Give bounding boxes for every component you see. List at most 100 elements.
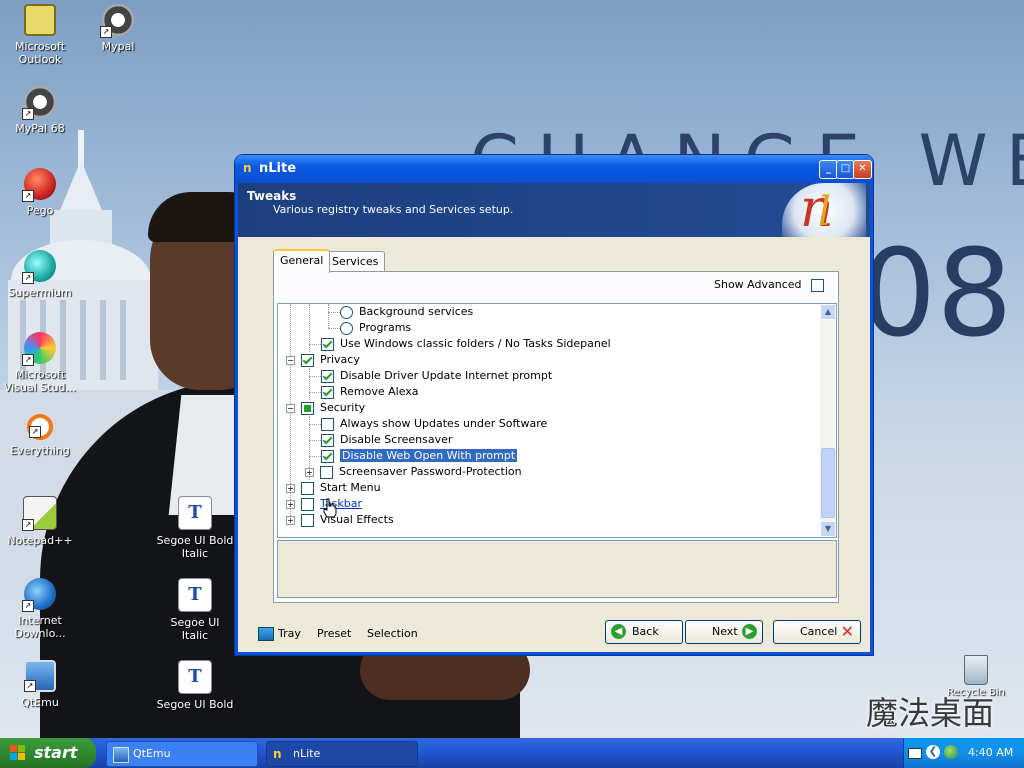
- hand-cursor-icon: [323, 498, 337, 518]
- show-advanced-checkbox[interactable]: [811, 278, 824, 292]
- tree-item-checkbox[interactable]: [301, 481, 314, 495]
- tree-item-label: Disable Web Open With prompt: [340, 449, 518, 462]
- desktop-icon-supermium[interactable]: ↗ Supermium: [1, 250, 79, 299]
- tree-item-checkbox[interactable]: [301, 497, 314, 511]
- scroll-up-icon[interactable]: ▲: [820, 304, 836, 320]
- desktop-icon-notepadpp[interactable]: ↗ Notepad++: [1, 496, 79, 547]
- font-file-icon: T: [178, 660, 212, 694]
- keyboard-icon[interactable]: [908, 748, 922, 759]
- tree-item-checkbox[interactable]: [321, 369, 334, 383]
- desktop-icon-everything[interactable]: ↗ Everything: [1, 414, 79, 457]
- desktop-icon-mypal[interactable]: ↗ Mypal: [79, 4, 157, 53]
- window-title: nLite: [259, 161, 297, 176]
- watermark-text: 魔法桌面: [866, 694, 995, 732]
- taskbar-button-label: nLite: [293, 747, 321, 760]
- tree-item-checkbox[interactable]: [321, 385, 334, 399]
- tab-general[interactable]: General: [273, 249, 331, 273]
- system-tray: ❮ 4:40 AM: [903, 738, 1024, 768]
- page-title: Tweaks: [247, 189, 297, 203]
- raccoon-icon: ↗: [100, 4, 134, 38]
- tree-item[interactable]: Remove Alexa: [321, 384, 419, 400]
- tree-item-selected[interactable]: Disable Web Open With prompt: [321, 448, 518, 464]
- cancel-button[interactable]: Cancel ✕: [773, 620, 861, 644]
- collapse-icon[interactable]: −: [286, 355, 295, 365]
- tree-group-privacy[interactable]: − Privacy: [286, 352, 360, 368]
- tray-expand-icon[interactable]: ❮: [926, 745, 940, 759]
- tree-item-radio[interactable]: [340, 305, 353, 319]
- next-button[interactable]: Next ▶: [685, 620, 763, 644]
- tray-link[interactable]: Tray: [258, 627, 301, 641]
- clock[interactable]: 4:40 AM: [968, 746, 1013, 759]
- tree-item[interactable]: Disable Screensaver: [321, 432, 452, 448]
- tree-item-checkbox[interactable]: [321, 337, 334, 351]
- start-label: start: [34, 743, 78, 762]
- tree-group-start-menu[interactable]: + Start Menu: [286, 480, 381, 496]
- everything-search-icon: ↗: [27, 414, 53, 440]
- tree-item-label: Start Menu: [320, 481, 381, 494]
- tree-item-checkbox[interactable]: [321, 417, 334, 431]
- expand-icon[interactable]: +: [286, 483, 295, 493]
- desktop-icon-font-segoe-bold-italic[interactable]: T Segoe UI Bold Italic: [156, 496, 234, 560]
- taskbar-button-qtemu[interactable]: QtEmu: [106, 741, 258, 767]
- show-advanced-option[interactable]: Show Advanced: [714, 278, 824, 292]
- back-button[interactable]: ◀ Back: [605, 620, 683, 644]
- desktop-icon-idm[interactable]: ↗ Internet Downlo...: [1, 578, 79, 640]
- desktop-icon-visual-studio[interactable]: ↗ Microsoft Visual Stud...: [1, 332, 79, 394]
- notepadpp-icon: ↗: [22, 496, 57, 531]
- tree-item-checkbox[interactable]: [321, 433, 334, 447]
- start-button[interactable]: start: [0, 738, 96, 768]
- tree-item-checkbox[interactable]: [301, 353, 314, 367]
- tree-item[interactable]: + Screensaver Password-Protection: [305, 464, 522, 480]
- tree-item-checkbox[interactable]: [321, 449, 334, 463]
- expand-icon[interactable]: +: [305, 467, 314, 477]
- windows-flag-icon: [10, 745, 25, 760]
- year-text: 08: [860, 225, 1013, 364]
- desktop-icon-font-segoe-italic[interactable]: T Segoe UI Italic: [156, 578, 234, 642]
- expand-icon[interactable]: +: [286, 499, 295, 509]
- desktop-icon-font-segoe-bold[interactable]: T Segoe UI Bold: [156, 660, 234, 711]
- tree-group-security[interactable]: − Security: [286, 400, 365, 416]
- window-titlebar[interactable]: n nLite _ □ ✕: [235, 155, 873, 183]
- tree-item[interactable]: Always show Updates under Software: [321, 416, 547, 432]
- tree-item[interactable]: Background services: [340, 304, 473, 320]
- tree-item-checkbox[interactable]: [301, 401, 314, 415]
- taskbar-button-nlite[interactable]: n nLite: [266, 741, 418, 767]
- expand-icon[interactable]: +: [286, 515, 295, 525]
- desktop-icon-outlook[interactable]: Microsoft Outlook: [1, 4, 79, 66]
- tree-scrollbar[interactable]: ▲ ▼: [820, 304, 836, 537]
- desktop-icon-label: Mypal: [101, 40, 135, 53]
- scroll-thumb[interactable]: [821, 448, 835, 518]
- desktop-icon-pego[interactable]: ↗ Pego: [1, 168, 79, 217]
- next-arrow-icon: ▶: [742, 624, 757, 639]
- tree-item-checkbox[interactable]: [320, 465, 333, 479]
- taskbar: start QtEmu n nLite ❮ 4:40 AM: [0, 738, 1024, 768]
- tree-group-visual-effects[interactable]: + Visual Effects: [286, 512, 394, 528]
- recycle-bin-icon: [964, 655, 988, 685]
- tree-item-label: Disable Screensaver: [340, 433, 453, 446]
- tree-line: [309, 368, 310, 400]
- scroll-down-icon[interactable]: ▼: [820, 521, 836, 537]
- desktop-icon-mypal68[interactable]: ↗ MyPal 68: [1, 86, 79, 135]
- tree-item[interactable]: Disable Driver Update Internet prompt: [321, 368, 552, 384]
- next-button-label: Next: [712, 625, 738, 638]
- close-button[interactable]: ✕: [853, 160, 872, 179]
- tree-item-radio[interactable]: [340, 321, 353, 335]
- tree-line: [328, 312, 340, 313]
- tree-item-checkbox[interactable]: [301, 513, 314, 527]
- desktop-icon-label: Segoe UI Italic: [170, 616, 220, 642]
- tree-line: [309, 376, 321, 377]
- tree-item[interactable]: Programs: [340, 320, 411, 336]
- desktop-icon-qtemu[interactable]: ↗ QtEmu: [1, 660, 79, 709]
- tab-services[interactable]: Services: [325, 251, 386, 272]
- network-globe-icon[interactable]: [944, 745, 958, 759]
- selection-link[interactable]: Selection: [367, 627, 418, 640]
- tree-line: [309, 424, 321, 425]
- description-box: [277, 540, 837, 598]
- desktop-icon-label: Everything: [10, 444, 70, 457]
- tree-item[interactable]: Use Windows classic folders / No Tasks S…: [321, 336, 611, 352]
- show-advanced-label: Show Advanced: [713, 278, 802, 291]
- collapse-icon[interactable]: −: [286, 403, 295, 413]
- desktop-icon-label: Microsoft Visual Stud...: [3, 368, 77, 394]
- qtemu-monitor-icon: [113, 747, 129, 763]
- preset-link[interactable]: Preset: [317, 627, 351, 640]
